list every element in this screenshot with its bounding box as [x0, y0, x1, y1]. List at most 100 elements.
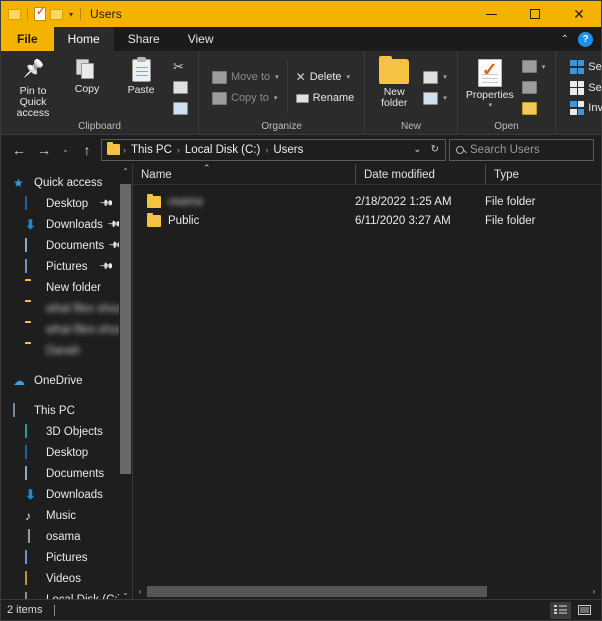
column-header-type[interactable]: Type	[485, 164, 601, 184]
minimize-button[interactable]	[469, 1, 513, 27]
close-button[interactable]: ✕	[557, 1, 601, 27]
sidebar-item-local-disk-c[interactable]: Local Disk (C:)	[1, 589, 119, 599]
breadcrumb-item-users[interactable]: Users	[271, 144, 305, 156]
clipboard-small-buttons: ✂	[168, 56, 193, 118]
hscroll-track[interactable]	[147, 586, 587, 597]
easy-access-button[interactable]: ▾	[420, 89, 450, 108]
sidebar-item-label: what files shoul	[46, 302, 119, 315]
sidebar-item-documents[interactable]: Documents 📌	[1, 235, 119, 256]
sidebar-item-pictures[interactable]: Pictures 📌	[1, 256, 119, 277]
sidebar-item-what-files-shoul[interactable]: what-files-shoul	[1, 319, 119, 340]
sidebar-item-pictures[interactable]: Pictures	[1, 547, 119, 568]
sidebar-item-desktop[interactable]: Desktop	[1, 442, 119, 463]
back-button[interactable]: ←	[8, 139, 30, 161]
invert-selection-icon	[570, 101, 585, 116]
sidebar-item-quick-access[interactable]: ★ Quick access	[1, 172, 119, 193]
details-view-button[interactable]	[550, 601, 571, 619]
refresh-icon[interactable]: ↻	[431, 144, 439, 155]
up-button[interactable]: ↑	[76, 139, 98, 161]
select-all-button[interactable]: Select all	[567, 58, 602, 77]
nav-scroll-thumb[interactable]	[120, 184, 131, 474]
breadcrumb-item-local-disk[interactable]: Local Disk (C:)	[183, 144, 262, 156]
breadcrumb-item-this-pc[interactable]: This PC	[129, 144, 174, 156]
cut-button[interactable]: ✂	[170, 58, 191, 77]
sidebar-item-label: Danah	[46, 344, 80, 357]
tab-view[interactable]: View	[174, 27, 228, 51]
desktop-icon	[25, 444, 40, 460]
column-header-date-modified[interactable]: Date modified	[355, 164, 485, 184]
sidebar-item-desktop[interactable]: Desktop 📌	[1, 193, 119, 214]
paste-button[interactable]: Paste	[114, 56, 168, 118]
sidebar-item-new-folder[interactable]: New folder	[1, 277, 119, 298]
sidebar-item-videos[interactable]: Videos	[1, 568, 119, 589]
sidebar-item-downloads[interactable]: ⬇ Downloads 📌	[1, 214, 119, 235]
breadcrumb-dropdown-icon[interactable]: ⌄	[413, 144, 421, 155]
sidebar-item-3d-objects[interactable]: 3D Objects	[1, 421, 119, 442]
group-label-select: Select	[556, 119, 602, 134]
qat-new-folder-icon[interactable]	[50, 8, 63, 20]
pin-icon[interactable]: 📌	[107, 217, 119, 233]
sidebar-item-osama[interactable]: osama	[1, 526, 119, 547]
history-button[interactable]	[519, 99, 549, 118]
pin-to-quick-access-button[interactable]: Pin to Quick access	[6, 56, 60, 118]
pin-icon[interactable]: 📌	[99, 196, 114, 212]
forward-button[interactable]: →	[33, 139, 55, 161]
qat-folder-icon[interactable]	[8, 8, 21, 20]
copy-button[interactable]: Copy	[60, 56, 114, 118]
new-folder-button[interactable]: New folder	[370, 55, 418, 118]
edit-button[interactable]	[519, 78, 549, 97]
ribbon-tabs: File Home Share View ⌃ ?	[1, 27, 601, 51]
move-to-label: Move to	[231, 71, 271, 83]
copy-to-button[interactable]: Copy to ▾	[209, 89, 282, 108]
nav-scroll-track[interactable]	[120, 178, 131, 585]
help-icon[interactable]: ?	[578, 31, 593, 47]
search-input[interactable]: Search Users	[449, 138, 594, 161]
paste-shortcut-button[interactable]	[170, 99, 191, 118]
column-header-name[interactable]: Name ⌃	[133, 163, 355, 184]
table-row[interactable]: Public 6/11/2020 3:27 AM File folder	[133, 211, 601, 230]
collapse-ribbon-icon[interactable]: ⌃	[561, 34, 569, 45]
breadcrumb-separator: ›	[123, 144, 126, 155]
sidebar-item-onedrive[interactable]: ☁ OneDrive	[1, 370, 119, 391]
sidebar-item-label: Documents	[46, 467, 105, 480]
select-none-icon	[570, 80, 585, 95]
pin-icon[interactable]: 📌	[108, 238, 119, 254]
properties-button[interactable]: ✓ Properties ▾	[463, 56, 517, 118]
qat-dropdown-icon[interactable]: ▾	[69, 10, 73, 19]
hscroll-thumb[interactable]	[147, 586, 487, 597]
select-all-icon	[570, 59, 585, 74]
sidebar-item-danah[interactable]: Danah	[1, 340, 119, 361]
sidebar-item-music[interactable]: ♪ Music	[1, 505, 119, 526]
sidebar-item-documents[interactable]: Documents	[1, 463, 119, 484]
copy-to-icon	[212, 91, 227, 105]
delete-button[interactable]: ✕ Delete ▾	[293, 68, 358, 87]
large-icons-view-button[interactable]	[574, 602, 595, 619]
tab-home[interactable]: Home	[53, 27, 114, 51]
tab-share[interactable]: Share	[114, 27, 174, 51]
maximize-button[interactable]	[513, 1, 557, 27]
search-icon	[456, 145, 464, 154]
sidebar-item-this-pc[interactable]: This PC	[1, 400, 119, 421]
tab-file[interactable]: File	[1, 27, 54, 51]
pin-icon[interactable]: 📌	[99, 259, 114, 275]
new-item-button[interactable]: ▾	[420, 68, 450, 87]
nav-scroll-down-icon[interactable]: ⌄	[122, 585, 129, 599]
sidebar-item-what-files-shoul[interactable]: what files shoul	[1, 298, 119, 319]
navigation-scrollbar[interactable]: ⌃ ⌄	[119, 164, 132, 599]
hscroll-right-icon[interactable]: ›	[587, 587, 601, 596]
breadcrumb[interactable]: › This PC › Local Disk (C:) › Users ⌄ ↻	[101, 138, 446, 161]
recent-locations-button[interactable]: ⌄	[58, 139, 73, 161]
open-button[interactable]: ▾	[519, 58, 549, 77]
hscroll-left-icon[interactable]: ‹	[133, 587, 147, 596]
move-to-button[interactable]: Move to ▾	[209, 68, 282, 87]
table-row[interactable]: osama 2/18/2022 1:25 AM File folder	[133, 192, 601, 211]
sidebar-item-downloads[interactable]: ⬇ Downloads	[1, 484, 119, 505]
invert-selection-button[interactable]: Invert selection	[567, 99, 602, 118]
copy-path-button[interactable]	[170, 78, 191, 97]
nav-scroll-up-icon[interactable]: ⌃	[122, 164, 129, 178]
rename-button[interactable]: Rename	[293, 89, 358, 108]
qat-properties-icon[interactable]	[34, 5, 46, 21]
select-none-button[interactable]: Select none	[567, 78, 602, 97]
horizontal-scrollbar[interactable]: ‹ ›	[133, 584, 601, 599]
open-small-buttons: ▾	[517, 56, 551, 118]
